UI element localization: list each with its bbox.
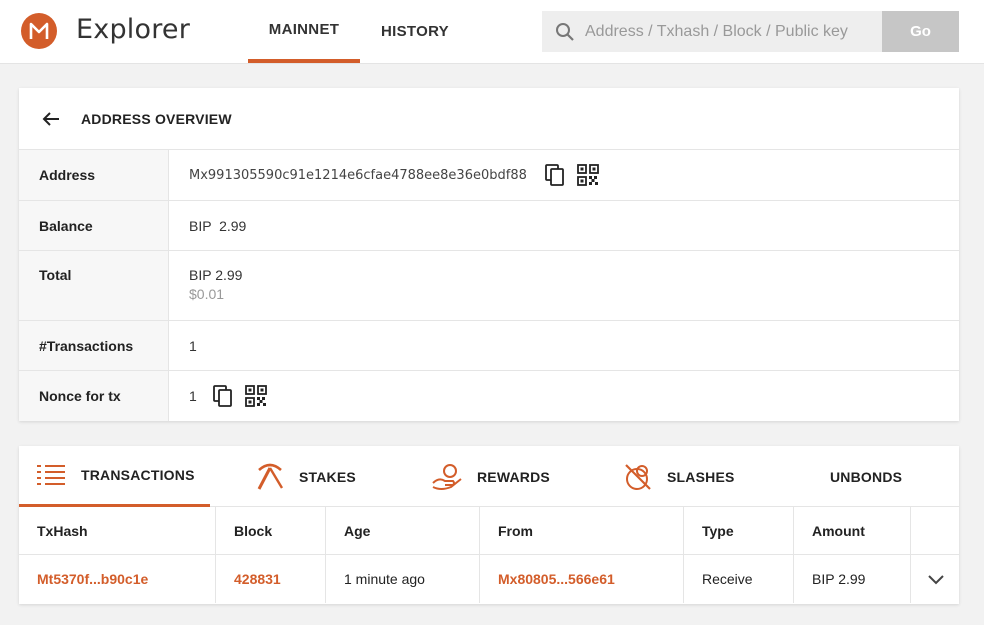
from-address-link[interactable]: Mx80805...566e61 [498, 571, 615, 587]
nonce-value: 1 [189, 388, 197, 404]
tab-unbonds-label: UNBONDS [830, 468, 903, 485]
transactions-card: TRANSACTIONS STAKES REWARDS SLASHES UNBO… [19, 446, 959, 604]
search-input[interactable] [585, 22, 875, 41]
tab-history-label: HISTORY [381, 23, 449, 40]
tab-stakes-label: STAKES [299, 468, 356, 485]
brand-title: Explorer [76, 14, 191, 45]
card-header: ADDRESS OVERVIEW [19, 88, 959, 150]
transactions-count-label: #Transactions [19, 321, 169, 370]
address-overview-card: ADDRESS OVERVIEW Address Mx991305590c91e… [19, 88, 959, 421]
slash-coin-icon [623, 462, 653, 492]
total-value-cell: BIP 2.99 $0.01 [169, 251, 959, 320]
back-arrow-icon[interactable] [41, 109, 61, 129]
qr-code-icon[interactable] [576, 164, 599, 186]
total-value: BIP 2.99 [189, 267, 243, 283]
address-value-cell: Mx991305590c91e1214e6cfae4788ee8e36e0bdf… [169, 150, 959, 200]
tab-slashes[interactable]: SLASHES [623, 446, 735, 507]
column-header-amount: Amount [794, 507, 911, 554]
column-header-block: Block [216, 507, 326, 554]
top-bar: Explorer MAINNET HISTORY Go [0, 0, 984, 64]
nonce-label: Nonce for tx [19, 371, 169, 421]
column-header-type: Type [684, 507, 794, 554]
block-cell: 428831 [216, 555, 326, 603]
copy-icon[interactable] [544, 164, 565, 186]
age-cell: 1 minute ago [326, 555, 480, 603]
minter-logo[interactable] [21, 13, 57, 49]
column-header-age: Age [326, 507, 480, 554]
total-row: Total BIP 2.99 $0.01 [19, 251, 959, 321]
tab-transactions[interactable]: TRANSACTIONS [19, 446, 210, 507]
list-icon [37, 464, 67, 486]
copy-icon[interactable] [212, 385, 233, 407]
tab-rewards[interactable]: REWARDS [431, 446, 550, 507]
tab-stakes[interactable]: STAKES [255, 446, 356, 507]
nonce-row: Nonce for tx 1 [19, 371, 959, 421]
total-usd-value: $0.01 [189, 286, 225, 302]
transactions-count-value: 1 [189, 337, 197, 354]
from-cell: Mx80805...566e61 [480, 555, 684, 603]
total-label: Total [19, 251, 169, 320]
qr-code-icon[interactable] [244, 385, 267, 407]
txhash-link[interactable]: Mt5370f...b90c1e [37, 571, 148, 587]
table-header-row: TxHash Block Age From Type Amount [19, 507, 959, 555]
tab-mainnet-label: MAINNET [268, 21, 340, 38]
column-header-from: From [480, 507, 684, 554]
tab-transactions-label: TRANSACTIONS [81, 467, 195, 483]
tab-slashes-label: SLASHES [667, 468, 735, 485]
tab-mainnet[interactable]: MAINNET [248, 0, 360, 63]
balance-row: Balance BIP 2.99 [19, 201, 959, 251]
transactions-count-row: #Transactions 1 [19, 321, 959, 371]
search-box [542, 11, 882, 52]
type-cell: Receive [684, 555, 794, 603]
amount-cell: BIP 2.99 [794, 555, 911, 603]
address-value: Mx991305590c91e1214e6cfae4788ee8e36e0bdf… [189, 167, 527, 183]
balance-value: BIP 2.99 [189, 217, 247, 234]
column-header-expand [911, 507, 959, 554]
address-tabs: TRANSACTIONS STAKES REWARDS SLASHES UNBO… [19, 446, 959, 507]
txhash-cell: Mt5370f...b90c1e [19, 555, 216, 603]
hand-coin-icon [431, 463, 463, 491]
block-link[interactable]: 428831 [234, 571, 281, 587]
page-title: ADDRESS OVERVIEW [81, 110, 232, 127]
balance-label: Balance [19, 201, 169, 250]
address-row: Address Mx991305590c91e1214e6cfae4788ee8… [19, 150, 959, 201]
address-label: Address [19, 150, 169, 200]
tab-history[interactable]: HISTORY [364, 0, 466, 63]
column-header-txhash: TxHash [19, 507, 216, 554]
tab-unbonds[interactable]: UNBONDS [830, 446, 902, 507]
expand-cell [911, 555, 959, 603]
tab-rewards-label: REWARDS [477, 468, 550, 485]
nonce-value-cell: 1 [169, 371, 959, 421]
go-button[interactable]: Go [882, 11, 959, 52]
table-row: Mt5370f...b90c1e 428831 1 minute ago Mx8… [19, 555, 959, 603]
search-icon [555, 22, 575, 42]
pickaxe-icon [255, 462, 285, 492]
transactions-table: TxHash Block Age From Type Amount Mt5370… [19, 507, 959, 603]
chevron-down-icon[interactable] [927, 573, 945, 585]
